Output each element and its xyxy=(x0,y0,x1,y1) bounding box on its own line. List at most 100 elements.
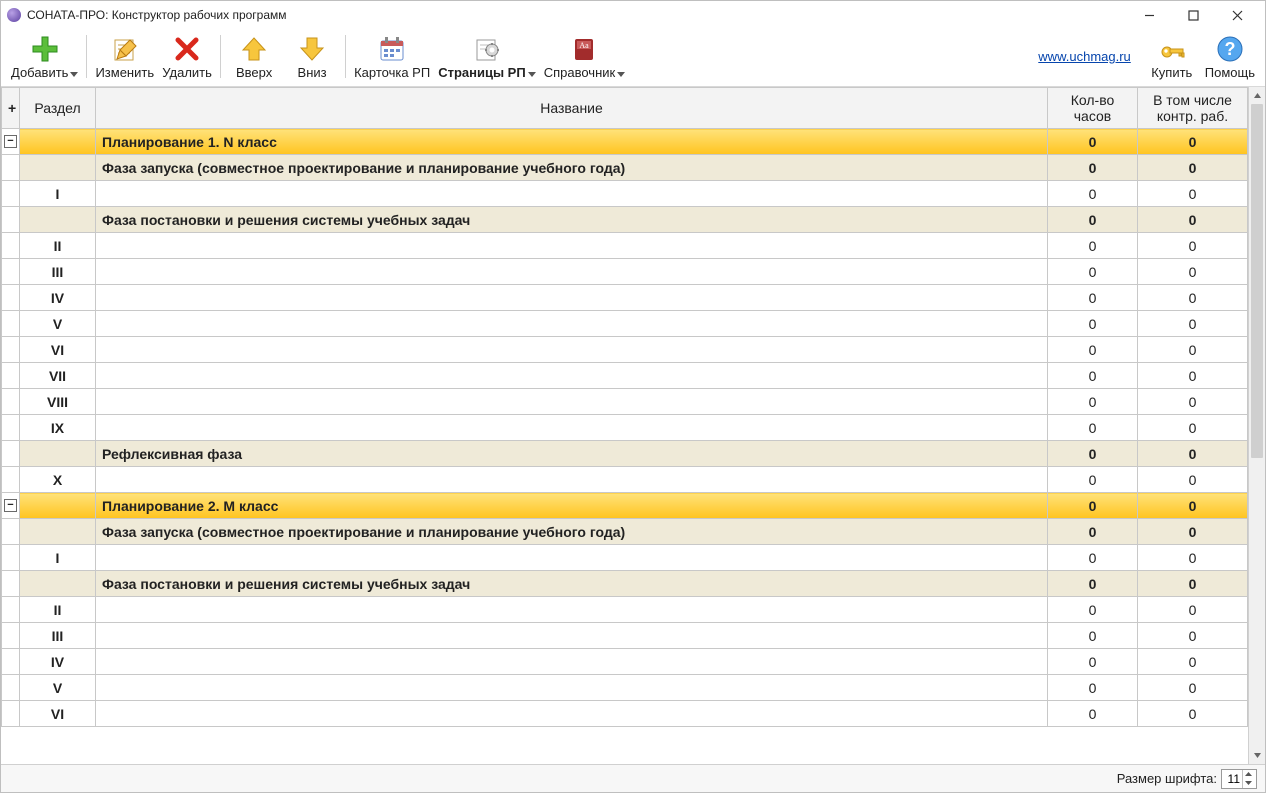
cell-kontr[interactable]: 0 xyxy=(1138,415,1248,441)
cell-section[interactable]: VIII xyxy=(20,389,96,415)
cell-hours[interactable]: 0 xyxy=(1048,493,1138,519)
cell-kontr[interactable]: 0 xyxy=(1138,363,1248,389)
cell-name[interactable] xyxy=(96,467,1048,493)
table-row[interactable]: V00 xyxy=(2,311,1248,337)
cell-name[interactable]: Планирование 1. N класс xyxy=(96,129,1048,155)
cell-section[interactable]: X xyxy=(20,467,96,493)
cell-kontr[interactable]: 0 xyxy=(1138,181,1248,207)
cell-hours[interactable]: 0 xyxy=(1048,571,1138,597)
uchmag-link[interactable]: www.uchmag.ru xyxy=(1038,49,1130,64)
card-button[interactable]: Карточка РП xyxy=(350,31,434,82)
pages-button[interactable]: Страницы РП xyxy=(434,31,540,82)
table-row[interactable]: I00 xyxy=(2,181,1248,207)
table-row[interactable]: III00 xyxy=(2,623,1248,649)
delete-button[interactable]: Удалить xyxy=(158,31,216,82)
cell-section[interactable]: VII xyxy=(20,363,96,389)
cell-hours[interactable]: 0 xyxy=(1048,701,1138,727)
cell-section[interactable] xyxy=(20,441,96,467)
table-row[interactable]: I00 xyxy=(2,545,1248,571)
table-row[interactable]: Рефлексивная фаза00 xyxy=(2,441,1248,467)
table-row[interactable]: II00 xyxy=(2,597,1248,623)
cell-kontr[interactable]: 0 xyxy=(1138,519,1248,545)
cell-name[interactable]: Фаза запуска (совместное проектирование … xyxy=(96,519,1048,545)
cell-name[interactable] xyxy=(96,649,1048,675)
cell-name[interactable] xyxy=(96,415,1048,441)
close-button[interactable] xyxy=(1215,1,1259,29)
header-section[interactable]: Раздел xyxy=(20,88,96,129)
cell-kontr[interactable]: 0 xyxy=(1138,129,1248,155)
cell-hours[interactable]: 0 xyxy=(1048,389,1138,415)
cell-name[interactable]: Фаза запуска (совместное проектирование … xyxy=(96,155,1048,181)
table-row[interactable]: −Планирование 1. N класс00 xyxy=(2,129,1248,155)
edit-button[interactable]: Изменить xyxy=(91,31,158,82)
table-row[interactable]: IV00 xyxy=(2,285,1248,311)
cell-name[interactable] xyxy=(96,623,1048,649)
table-row[interactable]: X00 xyxy=(2,467,1248,493)
cell-hours[interactable]: 0 xyxy=(1048,649,1138,675)
cell-name[interactable]: Рефлексивная фаза xyxy=(96,441,1048,467)
table-row[interactable]: II00 xyxy=(2,233,1248,259)
up-button[interactable]: Вверх xyxy=(225,31,283,82)
cell-name[interactable] xyxy=(96,259,1048,285)
header-kontr[interactable]: В том числе контр. раб. xyxy=(1138,88,1248,129)
table-row[interactable]: V00 xyxy=(2,675,1248,701)
cell-section[interactable]: I xyxy=(20,545,96,571)
scroll-up-icon[interactable] xyxy=(1249,87,1265,104)
cell-name[interactable] xyxy=(96,233,1048,259)
cell-hours[interactable]: 0 xyxy=(1048,181,1138,207)
cell-name[interactable]: Планирование 2. M класс xyxy=(96,493,1048,519)
cell-section[interactable] xyxy=(20,493,96,519)
table-row[interactable]: III 00 xyxy=(2,259,1248,285)
cell-section[interactable]: III xyxy=(20,259,96,285)
table-row[interactable]: VIII00 xyxy=(2,389,1248,415)
cell-section[interactable] xyxy=(20,129,96,155)
collapse-icon[interactable]: − xyxy=(4,499,17,512)
cell-section[interactable] xyxy=(20,207,96,233)
cell-hours[interactable]: 0 xyxy=(1048,623,1138,649)
cell-hours[interactable]: 0 xyxy=(1048,675,1138,701)
cell-hours[interactable]: 0 xyxy=(1048,363,1138,389)
cell-kontr[interactable]: 0 xyxy=(1138,493,1248,519)
cell-section[interactable]: VI xyxy=(20,701,96,727)
cell-hours[interactable]: 0 xyxy=(1048,441,1138,467)
help-button[interactable]: ? Помощь xyxy=(1201,31,1259,82)
cell-kontr[interactable]: 0 xyxy=(1138,675,1248,701)
font-size-input[interactable] xyxy=(1222,772,1242,786)
cell-section[interactable] xyxy=(20,519,96,545)
table-row[interactable]: −Планирование 2. M класс00 xyxy=(2,493,1248,519)
cell-hours[interactable]: 0 xyxy=(1048,597,1138,623)
cell-hours[interactable]: 0 xyxy=(1048,207,1138,233)
cell-hours[interactable]: 0 xyxy=(1048,467,1138,493)
cell-name[interactable] xyxy=(96,181,1048,207)
cell-name[interactable] xyxy=(96,337,1048,363)
cell-name[interactable] xyxy=(96,597,1048,623)
table-row[interactable]: Фаза постановки и решения системы учебны… xyxy=(2,571,1248,597)
down-button[interactable]: Вниз xyxy=(283,31,341,82)
spin-down-icon[interactable] xyxy=(1243,779,1254,788)
cell-kontr[interactable]: 0 xyxy=(1138,597,1248,623)
cell-kontr[interactable]: 0 xyxy=(1138,337,1248,363)
cell-kontr[interactable]: 0 xyxy=(1138,233,1248,259)
table-row[interactable]: VI00 xyxy=(2,701,1248,727)
table-row[interactable]: IV 00 xyxy=(2,649,1248,675)
buy-button[interactable]: Купить xyxy=(1143,31,1201,82)
cell-name[interactable] xyxy=(96,545,1048,571)
cell-kontr[interactable]: 0 xyxy=(1138,571,1248,597)
table-row[interactable]: Фаза запуска (совместное проектирование … xyxy=(2,155,1248,181)
vertical-scrollbar[interactable] xyxy=(1248,87,1265,764)
cell-kontr[interactable]: 0 xyxy=(1138,259,1248,285)
cell-hours[interactable]: 0 xyxy=(1048,233,1138,259)
table-row[interactable]: IX00 xyxy=(2,415,1248,441)
planning-grid[interactable]: + Раздел Название Кол-во часов В том чис… xyxy=(1,87,1248,727)
cell-section[interactable]: IV xyxy=(20,649,96,675)
collapse-icon[interactable]: − xyxy=(4,135,17,148)
cell-section[interactable]: IX xyxy=(20,415,96,441)
cell-section[interactable]: III xyxy=(20,623,96,649)
cell-hours[interactable]: 0 xyxy=(1048,259,1138,285)
scrollbar-thumb[interactable] xyxy=(1251,104,1263,458)
cell-hours[interactable]: 0 xyxy=(1048,155,1138,181)
cell-hours[interactable]: 0 xyxy=(1048,129,1138,155)
cell-kontr[interactable]: 0 xyxy=(1138,649,1248,675)
table-row[interactable]: Фаза постановки и решения системы учебны… xyxy=(2,207,1248,233)
cell-hours[interactable]: 0 xyxy=(1048,545,1138,571)
